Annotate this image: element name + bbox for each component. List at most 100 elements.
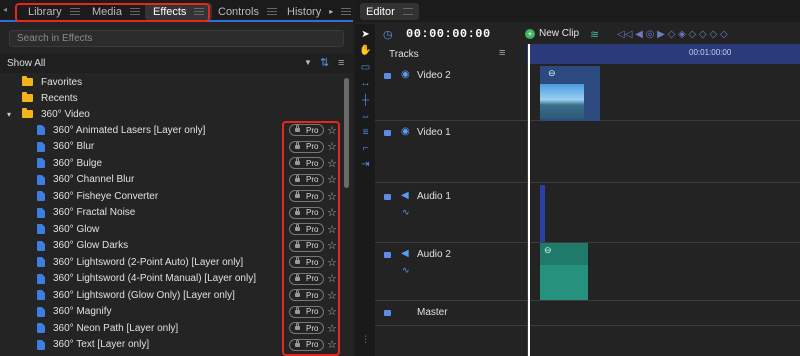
- effects-panel: ◂ Library Media Effects Controls History…: [0, 0, 353, 356]
- star-icon[interactable]: ☆: [327, 256, 337, 269]
- pro-badge: Pro: [289, 190, 324, 202]
- folder-360-video[interactable]: ▾ 360° Video: [0, 106, 340, 122]
- effect-item[interactable]: 360° Lightsword (Glow Only) [Layer only]…: [0, 287, 340, 303]
- tracks-header: Tracks ≡: [375, 44, 527, 64]
- audio-clip-marker[interactable]: [540, 185, 545, 242]
- mixer-icon[interactable]: ⫶: [359, 334, 372, 347]
- eye-icon[interactable]: ◉: [401, 69, 410, 80]
- grip-icon: [402, 8, 413, 15]
- chevron-down-icon[interactable]: ▾: [7, 110, 22, 119]
- new-clip-button[interactable]: + New Clip: [525, 28, 579, 39]
- star-icon[interactable]: ☆: [327, 140, 337, 153]
- star-icon[interactable]: ☆: [327, 239, 337, 252]
- effect-icon: [37, 141, 45, 152]
- slip-tool-icon[interactable]: ▭: [359, 61, 372, 74]
- editor-panel: Editor ➤ ✋ ▭ ↔ ┼ ⇔ ≡ ⌐ ⇥ ⫶ ◷ 00:00:00:00…: [355, 0, 800, 356]
- ripple-tool-icon[interactable]: ↔: [359, 77, 372, 90]
- hand-tool-icon[interactable]: ✋: [359, 44, 372, 57]
- marker-controls[interactable]: ◁◁ ◀ ◎ ▶ ◇ ◈ ◇ ◇ ◇ ◇: [617, 29, 728, 40]
- link-icon: ⊖: [548, 68, 556, 78]
- tab-editor[interactable]: Editor: [360, 3, 419, 20]
- tab-controls[interactable]: Controls: [218, 3, 277, 20]
- track-video-2: ◉ Video 2 ⊖: [375, 64, 800, 121]
- grip-icon: [194, 8, 205, 15]
- effect-item[interactable]: 360° Channel Blur Pro ☆: [0, 172, 340, 188]
- lock-icon[interactable]: [384, 73, 391, 79]
- tab-effects[interactable]: Effects: [145, 3, 213, 20]
- star-icon[interactable]: ☆: [327, 206, 337, 219]
- lock-icon[interactable]: [384, 310, 391, 316]
- effect-item[interactable]: 360° Fractal Noise Pro ☆: [0, 205, 340, 221]
- tracks-label: Tracks: [389, 49, 419, 60]
- playhead[interactable]: [528, 44, 530, 356]
- trim-tool-icon[interactable]: ≡: [359, 126, 372, 139]
- roll-tool-icon[interactable]: ┼: [359, 94, 372, 107]
- filter-select[interactable]: Show All: [7, 58, 45, 69]
- timeline-ruler[interactable]: 00:01:00:00: [527, 44, 800, 64]
- effect-item[interactable]: 360° Glow Pro ☆: [0, 221, 340, 237]
- chevron-down-icon[interactable]: ▼: [304, 58, 312, 67]
- speaker-icon[interactable]: ◀: [401, 248, 409, 259]
- razor-tool-icon[interactable]: ⌐: [359, 142, 372, 155]
- lock-icon[interactable]: [384, 130, 391, 136]
- star-icon[interactable]: ☆: [327, 272, 337, 285]
- link-tool-icon[interactable]: ⇥: [359, 158, 372, 171]
- star-icon[interactable]: ☆: [327, 223, 337, 236]
- effect-icon: [37, 273, 45, 284]
- effect-icon: [37, 174, 45, 185]
- star-icon[interactable]: ☆: [327, 289, 337, 302]
- star-icon[interactable]: ☆: [327, 157, 337, 170]
- lock-icon: [295, 191, 300, 198]
- scrollbar[interactable]: [344, 78, 349, 188]
- star-icon[interactable]: ☆: [327, 338, 337, 351]
- effect-item[interactable]: 360° Magnify Pro ☆: [0, 304, 340, 320]
- menu-icon[interactable]: ≡: [338, 57, 344, 69]
- folder-favorites[interactable]: Favorites: [0, 74, 340, 90]
- slide-tool-icon[interactable]: ⇔: [359, 110, 372, 123]
- tab-library[interactable]: Library: [28, 3, 80, 20]
- star-icon[interactable]: ☆: [327, 190, 337, 203]
- layers-icon[interactable]: ≋: [590, 28, 599, 41]
- effect-item[interactable]: 360° Lightsword (2-Point Auto) [Layer on…: [0, 254, 340, 270]
- effect-item[interactable]: 360° Lightsword (4-Point Manual) [Layer …: [0, 271, 340, 287]
- lock-icon: [295, 240, 300, 248]
- star-icon[interactable]: ☆: [327, 124, 337, 137]
- lock-icon: [295, 224, 300, 231]
- clip-thumbnail: [540, 84, 584, 119]
- menu-icon[interactable]: ≡: [499, 47, 505, 59]
- effect-icon: [37, 224, 45, 234]
- star-icon[interactable]: ☆: [327, 305, 337, 318]
- sort-icon[interactable]: ⇅: [320, 56, 329, 69]
- lock-icon[interactable]: [384, 252, 391, 258]
- scroll-left-icon[interactable]: ◂: [3, 5, 7, 14]
- audio-clip[interactable]: ⊖: [540, 243, 588, 300]
- effect-item[interactable]: 360° Blur Pro ☆: [0, 139, 340, 155]
- effect-icon: [37, 257, 45, 267]
- lock-icon[interactable]: [384, 194, 391, 200]
- scroll-right-icon[interactable]: ▸: [329, 7, 333, 16]
- speaker-icon[interactable]: ◀: [401, 190, 409, 201]
- folder-recents[interactable]: Recents: [0, 90, 340, 106]
- tool-strip: ➤ ✋ ▭ ↔ ┼ ⇔ ≡ ⌐ ⇥ ⫶: [355, 24, 375, 356]
- track-audio-2: ◀ Audio 2 ∿ ⊖: [375, 243, 800, 301]
- effect-item[interactable]: 360° Fisheye Converter Pro ☆: [0, 188, 340, 204]
- effect-item[interactable]: 360° Neon Path [Layer only] Pro ☆: [0, 320, 340, 336]
- search-input[interactable]: Search in Effects: [9, 30, 344, 47]
- tab-media[interactable]: Media: [92, 3, 140, 20]
- pro-badge: Pro: [289, 256, 324, 268]
- eye-icon[interactable]: ◉: [401, 126, 410, 137]
- effect-item[interactable]: 360° Text [Layer only] Pro ☆: [0, 337, 340, 353]
- effect-item[interactable]: 360° Animated Lasers [Layer only] Pro ☆: [0, 122, 340, 138]
- waveform-icon[interactable]: ∿: [402, 207, 410, 218]
- waveform-icon[interactable]: ∿: [402, 265, 410, 276]
- effect-item[interactable]: 360° Bulge Pro ☆: [0, 155, 340, 171]
- select-tool-icon[interactable]: ➤: [359, 28, 372, 41]
- track-audio-1: ◀ Audio 1 ∿: [375, 185, 800, 243]
- lock-icon: [295, 158, 300, 165]
- star-icon[interactable]: ☆: [327, 173, 337, 186]
- tab-history[interactable]: History ▸: [287, 3, 352, 20]
- video-clip[interactable]: ⊖: [540, 66, 600, 121]
- star-icon[interactable]: ☆: [327, 322, 337, 335]
- timecode[interactable]: 00:00:00:00: [406, 27, 491, 41]
- effect-item[interactable]: 360° Glow Darks Pro ☆: [0, 238, 340, 254]
